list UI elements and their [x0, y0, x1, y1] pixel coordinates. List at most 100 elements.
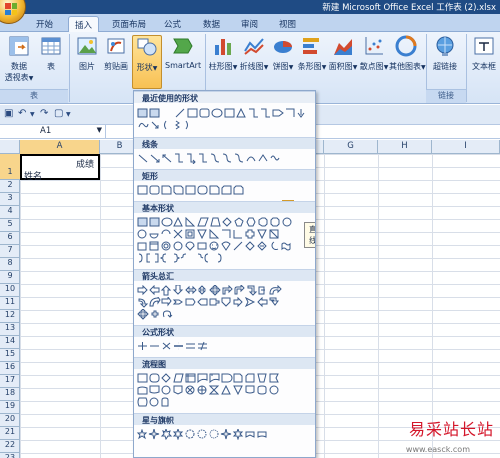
row-header[interactable]: 22 [0, 440, 20, 453]
scatter-chart-button[interactable]: 散点图▼ [359, 35, 389, 72]
shapes-row-lines[interactable] [136, 153, 314, 165]
shapes-row-stars-1[interactable] [136, 427, 314, 441]
pivot-table-button[interactable]: 数据 透视表▼ [4, 35, 34, 83]
row-header-1[interactable]: 1 [0, 154, 20, 180]
bar-chart-label: 条形图▼ [297, 62, 327, 71]
equation-shapes-icons [138, 341, 207, 351]
shapes-row-equation[interactable] [136, 341, 314, 352]
shapes-category-basic: 基本形状 [134, 201, 315, 213]
row-header[interactable]: 2 [0, 180, 20, 193]
shapes-row-rectangles[interactable] [136, 185, 314, 196]
column-chart-button[interactable]: 柱形图▼ [208, 35, 238, 72]
row-header[interactable]: 12 [0, 310, 20, 323]
row-header[interactable]: 21 [0, 427, 20, 440]
shapes-row-arrows-1[interactable] [136, 283, 314, 296]
col-header-g[interactable]: G [324, 140, 378, 154]
tab-view[interactable]: 视图 [273, 16, 302, 32]
shapes-row-basic-2[interactable] [136, 228, 314, 240]
clipart-button[interactable]: 剪贴画 [102, 35, 130, 72]
bar-chart-button[interactable]: 条形图▼ [297, 35, 327, 72]
col-header-i[interactable]: I [432, 140, 500, 154]
shapes-row-recent-2[interactable] [136, 120, 314, 131]
row-header[interactable]: 5 [0, 219, 20, 232]
cell-a1[interactable]: 成绩 姓名 [20, 154, 100, 182]
shapes-row-arrows-3[interactable] [136, 308, 314, 320]
block-arrows-icons-1 [137, 283, 282, 296]
flowchart-icons-2 [137, 384, 279, 396]
row-header[interactable]: 15 [0, 349, 20, 362]
col-header-a[interactable]: A [20, 140, 100, 154]
tab-data[interactable]: 数据 [197, 16, 226, 32]
line-chart-button[interactable]: 折线图▼ [239, 35, 269, 72]
row-header[interactable]: 9 [0, 271, 20, 284]
block-arrows-icons-2 [138, 295, 279, 308]
new-file-icon[interactable]: ▢ [54, 108, 63, 119]
smartart-icon [173, 38, 193, 54]
table-label: 表 [47, 62, 55, 71]
block-arrows-icons-3 [137, 308, 173, 320]
picture-label: 图片 [79, 62, 95, 71]
clipart-label: 剪贴画 [104, 62, 128, 71]
pie-chart-button[interactable]: 饼图▼ [270, 35, 296, 72]
group-links-label: 链接 [426, 89, 466, 103]
col-header-h[interactable]: H [378, 140, 432, 154]
row-header[interactable]: 19 [0, 401, 20, 414]
shapes-category-equation: 公式形状 [134, 325, 315, 337]
rectangle-shapes-icons [137, 185, 244, 195]
basic-shapes-icons-3 [137, 241, 291, 251]
row-header[interactable]: 13 [0, 323, 20, 336]
select-all-corner[interactable] [0, 140, 20, 154]
shapes-row-basic-4[interactable] [136, 253, 314, 264]
row-header[interactable]: 20 [0, 414, 20, 427]
hyperlink-button[interactable]: 超链接 [430, 35, 460, 72]
pivot-label-2: 透视表▼ [4, 73, 34, 82]
row-header[interactable]: 8 [0, 258, 20, 271]
pie-chart-icon [274, 41, 292, 53]
shapes-category-block-arrows: 箭头总汇 [134, 269, 315, 281]
textbox-button[interactable]: 文本框 [469, 35, 499, 72]
shapes-row-basic-1[interactable] [136, 216, 314, 228]
shapes-row-basic-3[interactable] [136, 241, 314, 252]
row-header[interactable]: 3 [0, 193, 20, 206]
redo-icon[interactable]: ↷ [40, 108, 48, 119]
shapes-row-flowchart-2[interactable] [136, 384, 314, 396]
row-header[interactable]: 7 [0, 245, 20, 258]
row-header[interactable]: 10 [0, 284, 20, 297]
undo-dropdown-icon[interactable]: ▼ [30, 111, 35, 118]
row-header[interactable]: 11 [0, 297, 20, 310]
undo-icon[interactable]: ↶ [18, 108, 26, 119]
tab-home[interactable]: 开始 [30, 16, 59, 32]
globe-link-icon [436, 36, 454, 56]
shapes-row-recent-1[interactable] [136, 107, 314, 119]
table-button[interactable]: 表 [38, 35, 64, 72]
tab-formulas[interactable]: 公式 [158, 16, 187, 32]
shapes-row-flowchart-3[interactable] [136, 397, 314, 408]
save-icon[interactable]: ▣ [4, 108, 13, 119]
row-header[interactable]: 17 [0, 375, 20, 388]
title-bar: 新建 Microsoft Office Excel 工作表 (2).xlsx [0, 0, 500, 14]
other-charts-button[interactable]: 其他图表▼ [389, 35, 426, 72]
row-header[interactable]: 23 [0, 453, 20, 458]
shapes-button[interactable]: 形状▼ [132, 35, 162, 89]
row-header[interactable]: 6 [0, 232, 20, 245]
name-box[interactable]: A1 ▼ [0, 125, 106, 139]
shapes-row-arrows-2[interactable] [136, 295, 314, 308]
smartart-button[interactable]: SmartArt [165, 35, 201, 70]
row-header[interactable]: 14 [0, 336, 20, 349]
column-chart-icon [215, 39, 231, 55]
row-header[interactable]: 16 [0, 362, 20, 375]
tab-insert[interactable]: 插入 [68, 16, 100, 32]
table-icon [41, 37, 61, 55]
chevron-down-icon[interactable]: ▼ [97, 126, 102, 134]
area-chart-button[interactable]: 面积图▼ [328, 35, 358, 72]
shapes-row-flowchart-1[interactable] [136, 373, 314, 384]
tab-page-layout[interactable]: 页面布局 [106, 16, 152, 32]
row-headers: 1 2 3 4 5 6 7 8 9 10 11 12 13 14 15 16 1… [0, 154, 20, 458]
textbox-icon [474, 37, 494, 55]
other-charts-label: 其他图表▼ [389, 62, 426, 71]
row-header[interactable]: 18 [0, 388, 20, 401]
tab-review[interactable]: 审阅 [235, 16, 264, 32]
picture-button[interactable]: 图片 [74, 35, 100, 72]
customize-qat-icon[interactable]: ▼ [66, 111, 71, 118]
row-header[interactable]: 4 [0, 206, 20, 219]
